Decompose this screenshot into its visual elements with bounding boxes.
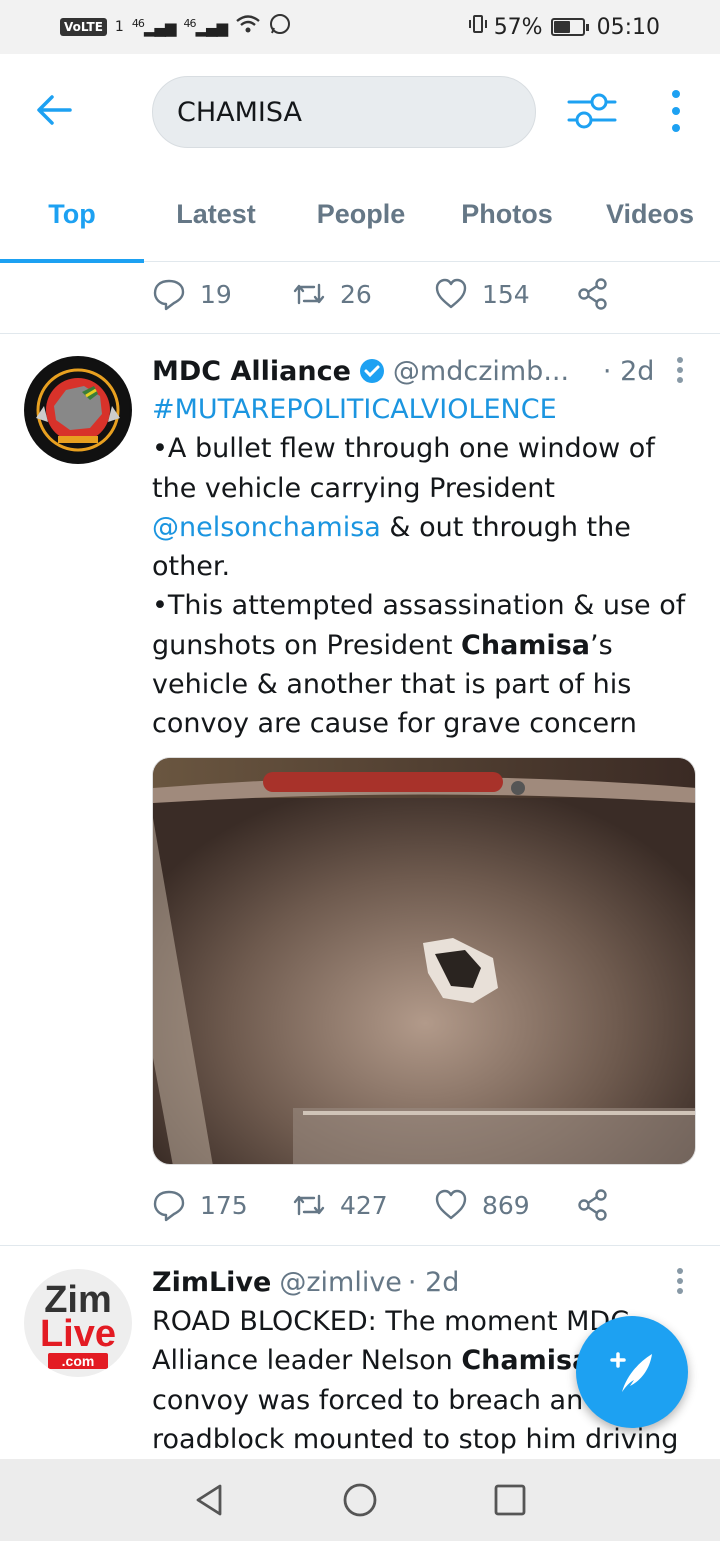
tweet-text: #MUTAREPOLITICALVIOLENCE •A bullet flew … — [152, 390, 692, 744]
reply-button[interactable]: 19 — [152, 277, 292, 311]
tweet-text-segment: Alliance leader Nelson — [152, 1345, 462, 1377]
wifi-icon — [235, 14, 261, 40]
tweet-time: · 2d — [602, 355, 655, 387]
tab-top[interactable]: Top — [0, 166, 144, 263]
nav-recents-icon[interactable] — [490, 1480, 530, 1520]
zimlive-logo: Zim Live .com — [24, 1269, 132, 1377]
highlighted-term: Chamisa — [461, 629, 590, 661]
tweet-line: •A bullet flew through one window of — [152, 433, 655, 465]
network-type-2: 46 — [183, 17, 196, 30]
highlighted-term: Chamisa — [461, 1345, 591, 1377]
avatar[interactable] — [24, 356, 132, 464]
search-tabs: Top Latest People Photos Videos — [0, 166, 720, 263]
tweet-line: vehicle & another that is part of his — [152, 669, 632, 701]
system-nav-bar — [0, 1459, 720, 1541]
logo-text-mid: Live — [39, 1313, 117, 1355]
car-window-image — [153, 758, 695, 1164]
retweet-button[interactable]: 26 — [292, 277, 434, 311]
tweet-line-rest: & out through the — [380, 511, 631, 543]
tweet-line: @nelsonchamisa & out through the — [152, 508, 692, 547]
sim-indicator: 1 — [114, 19, 124, 35]
search-filter-icon[interactable] — [566, 88, 618, 134]
logo-text-bottom: .com — [48, 1353, 108, 1369]
retweet-icon — [293, 283, 325, 305]
tweet-header: MDC Alliance @mdczimb... · 2d — [152, 350, 654, 392]
tweet-line: convoy are cause for grave concern — [152, 708, 637, 740]
tweet-time: · 2d — [407, 1266, 460, 1298]
whatsapp-icon — [269, 13, 291, 41]
clock: 05:10 — [596, 14, 660, 40]
network-type-1: 46 — [131, 17, 145, 30]
reply-icon — [153, 279, 185, 311]
retweet-count: 427 — [340, 1190, 388, 1220]
compose-tweet-button[interactable] — [576, 1316, 688, 1428]
vibrate-icon — [468, 14, 488, 40]
reply-count: 19 — [200, 279, 232, 309]
nav-home-icon[interactable] — [340, 1480, 380, 1520]
author-name[interactable]: MDC Alliance — [152, 356, 351, 387]
share-icon — [578, 278, 607, 310]
reply-icon — [153, 1190, 185, 1222]
battery-icon — [550, 18, 589, 36]
verified-badge-icon — [359, 358, 385, 384]
tweet-actions: 175 427 869 — [152, 1175, 632, 1235]
tweet-text-segment: ’s — [589, 629, 613, 661]
tweet-header: ZimLive @zimlive · 2d — [152, 1261, 459, 1303]
back-arrow-icon[interactable] — [34, 90, 74, 130]
like-count: 154 — [482, 279, 530, 309]
like-button[interactable]: 154 — [434, 277, 576, 311]
tweet-line: roadblock mounted to stop him driving — [152, 1423, 679, 1455]
search-query: CHAMISA — [177, 96, 302, 128]
retweet-icon — [293, 1194, 325, 1216]
tab-photos[interactable]: Photos — [434, 166, 580, 262]
heart-icon — [435, 278, 467, 309]
tab-people[interactable]: People — [288, 166, 434, 262]
author-handle[interactable]: @mdczimb... — [393, 356, 603, 387]
nav-back-icon[interactable] — [190, 1480, 230, 1520]
search-header: CHAMISA — [0, 54, 720, 166]
volte-badge: VoLTE — [60, 18, 107, 36]
tweet-divider — [0, 333, 720, 334]
like-count: 869 — [482, 1190, 530, 1220]
reply-button[interactable]: 175 — [152, 1188, 292, 1222]
tweet-line: •This attempted assassination & use of — [152, 590, 686, 622]
mdc-logo-icon — [26, 358, 130, 462]
tweet-divider — [0, 1245, 720, 1246]
like-button[interactable]: 869 — [434, 1188, 576, 1222]
share-button[interactable] — [576, 1188, 610, 1222]
retweet-count: 26 — [340, 279, 372, 309]
tweet-menu-icon[interactable] — [672, 355, 688, 387]
battery-percent: 57% — [493, 14, 543, 40]
author-handle[interactable]: @zimlive — [279, 1267, 402, 1298]
compose-feather-icon — [610, 1352, 652, 1392]
mention-link[interactable]: @nelsonchamisa — [152, 512, 381, 543]
tweet-photo[interactable] — [152, 757, 696, 1165]
heart-icon — [435, 1189, 467, 1220]
share-icon — [578, 1189, 607, 1221]
tweet-menu-icon[interactable] — [672, 1266, 688, 1298]
hashtag-link[interactable]: #MUTAREPOLITICALVIOLENCE — [152, 390, 692, 429]
reply-count: 175 — [200, 1190, 248, 1220]
status-right: 57% 05:10 — [468, 14, 660, 40]
tweet-line: other. — [152, 551, 231, 583]
status-left: VoLTE 1 46▂▄▆ 46▂▄▆ — [60, 13, 291, 41]
prev-tweet-actions: 19 26 154 — [152, 264, 632, 324]
tab-videos[interactable]: Videos — [580, 166, 720, 262]
signal-icon-2: 46▂▄▆ — [183, 17, 228, 37]
avatar[interactable]: Zim Live .com — [24, 1269, 132, 1377]
status-bar: VoLTE 1 46▂▄▆ 46▂▄▆ 57% 05:10 — [0, 0, 720, 54]
share-button[interactable] — [576, 277, 610, 311]
signal-icon: 46▂▄▆ — [131, 17, 177, 37]
retweet-button[interactable]: 427 — [292, 1188, 434, 1222]
author-name[interactable]: ZimLive — [152, 1267, 271, 1298]
tweet-line: gunshots on President Chamisa’s — [152, 626, 692, 665]
tweet-text-segment: gunshots on President — [152, 629, 462, 661]
tweet-line: the vehicle carrying President — [152, 472, 556, 504]
battery-level — [553, 21, 570, 33]
search-input[interactable]: CHAMISA — [152, 76, 536, 148]
tab-latest[interactable]: Latest — [144, 166, 288, 262]
overflow-menu-icon[interactable] — [662, 88, 690, 134]
